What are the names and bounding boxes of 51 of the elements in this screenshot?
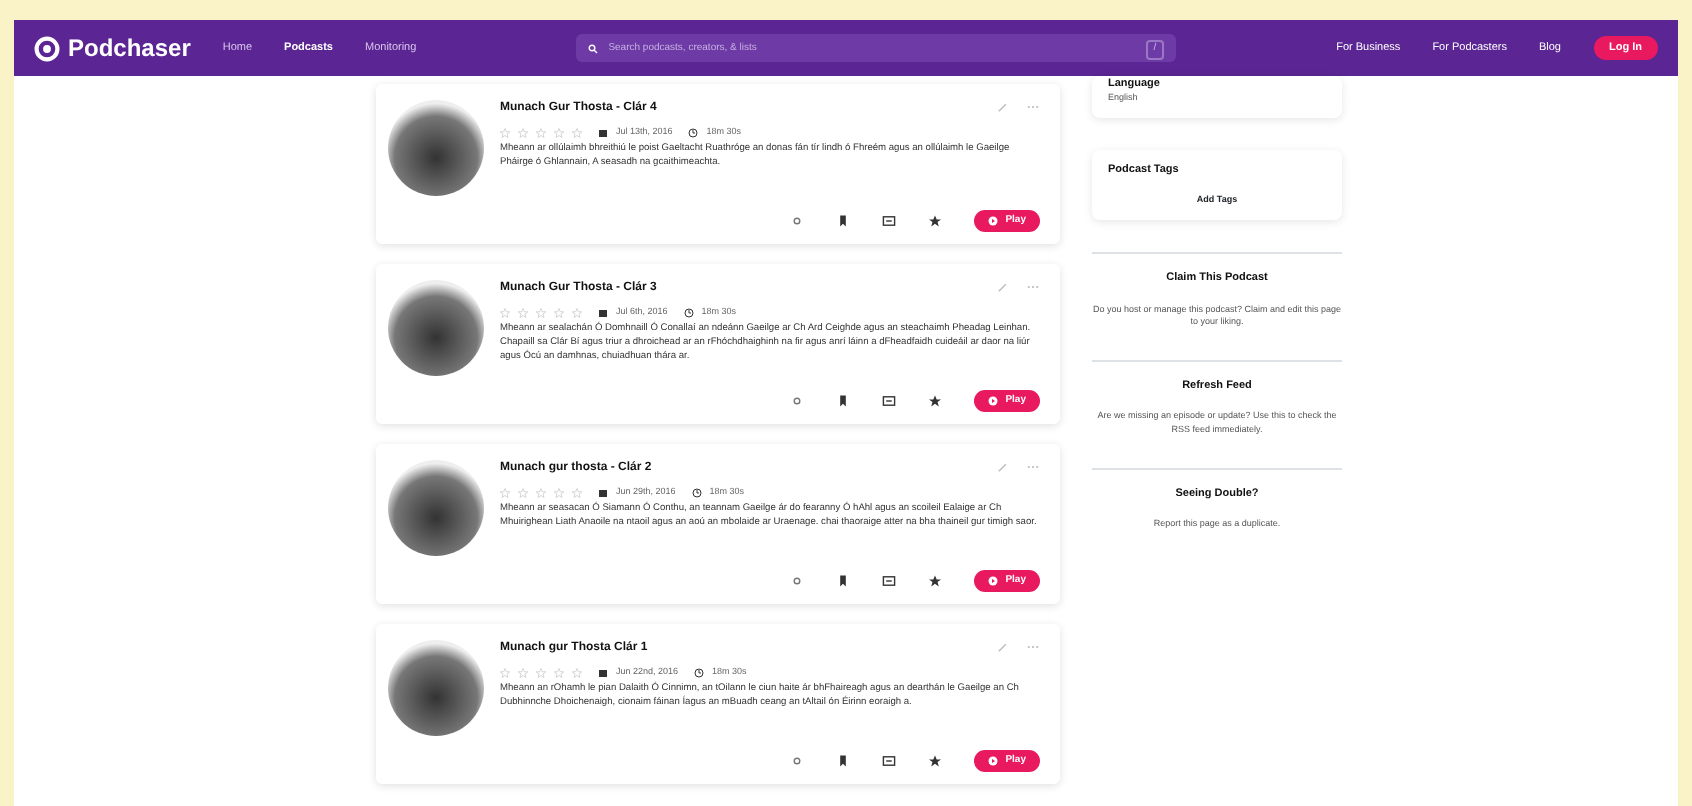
star-icon: [554, 487, 564, 498]
cover-photo-placeholder: [388, 100, 484, 196]
star-icon: [518, 307, 528, 318]
clock-icon: [688, 127, 699, 138]
star-icon: [500, 307, 510, 318]
edit-icon: [996, 280, 1010, 294]
logo-icon: [34, 35, 60, 61]
star-icon: [500, 127, 510, 138]
play-icon: [987, 755, 998, 766]
bookmark-icon[interactable]: [835, 213, 850, 228]
clock-icon: [691, 487, 702, 498]
search-icon: [588, 43, 599, 53]
brand-name[interactable]: Podchaser: [68, 30, 191, 66]
star-icon: [554, 307, 564, 318]
star-icon: [536, 667, 546, 678]
star-icon: [536, 307, 546, 318]
edit-icon: [996, 460, 1010, 474]
star-icon[interactable]: [927, 753, 942, 768]
edit-icon: [996, 100, 1010, 114]
bookmark-icon[interactable]: [835, 573, 850, 588]
play-icon: [987, 215, 998, 226]
playlist-icon[interactable]: [881, 573, 896, 588]
edit-icon: [996, 640, 1010, 654]
star-icon: [572, 487, 582, 498]
playlist-icon[interactable]: [881, 213, 896, 228]
playlist-icon[interactable]: [881, 393, 896, 408]
star-icon: [572, 667, 582, 678]
bookmark-icon[interactable]: [835, 753, 850, 768]
star-icon[interactable]: [927, 573, 942, 588]
clock-icon: [694, 667, 705, 678]
star-icon: [536, 487, 546, 498]
bookmark-icon[interactable]: [835, 393, 850, 408]
play-icon: [987, 575, 998, 586]
star-icon: [554, 667, 564, 678]
star-icon: [518, 127, 528, 138]
star-icon: [536, 127, 546, 138]
cover-photo-placeholder: [388, 460, 484, 556]
star-icon: [518, 487, 528, 498]
clock-icon: [683, 307, 694, 318]
playlist-icon[interactable]: [881, 753, 896, 768]
cover-photo-placeholder: [388, 280, 484, 376]
star-icon[interactable]: [927, 393, 942, 408]
star-icon: [500, 667, 510, 678]
play-icon: [987, 395, 998, 406]
star-icon[interactable]: [927, 213, 942, 228]
star-icon: [518, 667, 528, 678]
cover-photo-placeholder: [388, 640, 484, 736]
star-icon: [572, 307, 582, 318]
star-icon: [554, 127, 564, 138]
star-icon: [500, 487, 510, 498]
star-icon: [572, 127, 582, 138]
